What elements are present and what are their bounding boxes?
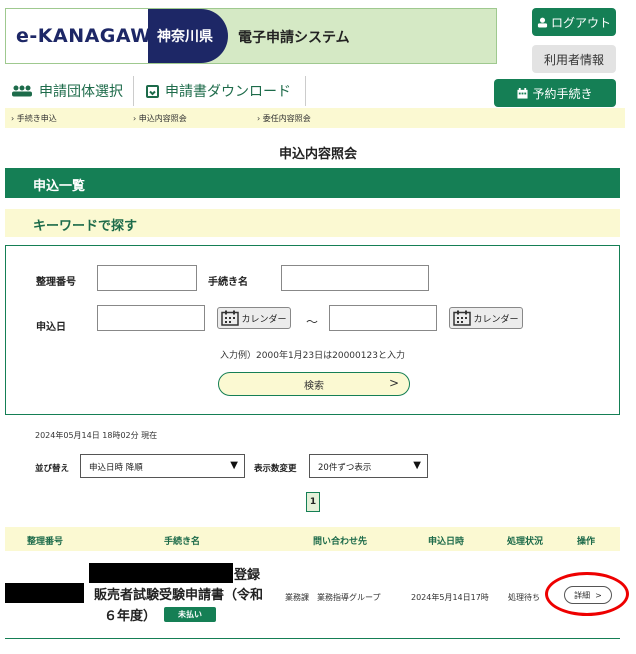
date-label: 申込日: [36, 322, 66, 333]
date-hint: 入力例）2000年1月23日は20000123と入力: [220, 351, 405, 361]
calendar-from-button[interactable]: カレンダー: [217, 307, 291, 329]
breadcrumb-item[interactable]: › 申込内容照会: [133, 113, 187, 124]
procedure-label: 手続き名: [208, 277, 248, 288]
breadcrumb-item[interactable]: › 手続き申込: [11, 113, 57, 124]
page-title: 申込内容照会: [278, 147, 357, 162]
nav-group-select-label: 申請団体選択: [39, 84, 123, 100]
count-select[interactable]: 20件ずつ表示 ▼: [309, 454, 428, 478]
nav-download-label: 申請書ダウンロード: [165, 84, 291, 100]
procedure-title-part: 登録: [234, 568, 261, 583]
breadcrumb: › 手続き申込 › 申込内容照会 › 委任内容照会: [5, 108, 625, 128]
count-label: 表示数変更: [254, 464, 297, 474]
calendar-icon: [221, 310, 240, 326]
status-badge: 未払い: [164, 607, 217, 622]
reserve-button[interactable]: 予約手続き: [494, 79, 616, 107]
col-header: 申込日時: [428, 537, 465, 547]
keyword-heading: キーワードで探す: [5, 209, 620, 237]
redacted-number: [5, 583, 84, 603]
nav-group-select[interactable]: 申請団体選択: [5, 76, 134, 106]
calendar-from-label: カレンダー: [241, 314, 287, 325]
breadcrumb-item[interactable]: › 委任内容照会: [257, 113, 311, 124]
col-header: 問い合わせ先: [313, 537, 368, 547]
sort-select[interactable]: 申込日時 降順 ▼: [80, 454, 245, 478]
status-cell: 処理待ち: [508, 593, 540, 602]
col-header: 処理状況: [507, 537, 544, 547]
date-from-input[interactable]: [97, 305, 205, 331]
table-header: 整理番号 手続き名 問い合わせ先 申込日時 処理状況 操作: [5, 527, 620, 551]
current-timestamp: 2024年05月14日 18時02分 現在: [35, 431, 158, 440]
search-button[interactable]: 検索 >: [218, 372, 410, 396]
page-button-1[interactable]: 1: [306, 492, 320, 512]
row-divider: [5, 638, 620, 639]
user-info-button[interactable]: 利用者情報: [532, 45, 616, 73]
dropdown-arrow-icon: ▼: [413, 460, 421, 471]
reserve-label: 予約手続き: [532, 86, 593, 101]
date-cell: 2024年5月14日17時: [411, 593, 489, 602]
calendar-to-button[interactable]: カレンダー: [449, 307, 523, 329]
site-logo-banner: e-KANAGAWA 神奈川県 電子申請システム: [5, 8, 497, 64]
download-icon: [146, 84, 159, 98]
nav-download[interactable]: 申請書ダウンロード: [134, 76, 306, 106]
search-label: 検索: [304, 380, 324, 392]
logout-button[interactable]: ログアウト: [532, 8, 616, 36]
highlight-circle: [545, 572, 629, 616]
dropdown-arrow-icon: ▼: [230, 460, 238, 471]
chevron-right-icon: >: [388, 376, 399, 390]
sort-select-value: 申込日時 降順: [89, 463, 143, 473]
system-name: 電子申請システム: [238, 30, 350, 46]
col-header: 操作: [577, 537, 596, 547]
logout-label: ログアウト: [550, 15, 611, 30]
prefecture-badge: 神奈川県: [148, 9, 228, 63]
number-input[interactable]: [97, 265, 197, 291]
main-nav: 申請団体選択 申請書ダウンロード: [5, 76, 306, 106]
search-panel: 整理番号 手続き名 申込日 カレンダー ～ カレンダー 入力例）2000年1月2…: [5, 245, 620, 415]
number-label: 整理番号: [36, 277, 76, 288]
group-icon: [12, 85, 32, 97]
procedure-input[interactable]: [281, 265, 429, 291]
count-select-value: 20件ずつ表示: [318, 463, 372, 473]
sort-label: 並び替え: [35, 464, 70, 474]
range-tilde: ～: [306, 315, 319, 329]
date-to-input[interactable]: [329, 305, 437, 331]
contact-cell: 業務課 業務指導グループ: [285, 593, 381, 602]
calendar-icon: [453, 310, 472, 326]
procedure-title-end: ６年度）: [104, 609, 157, 624]
col-header: 手続き名: [164, 537, 201, 547]
col-header: 整理番号: [27, 537, 64, 547]
calendar-to-label: カレンダー: [473, 314, 519, 325]
procedure-title-line: 販売者試験受験申請書（令和: [94, 588, 264, 603]
procedure-title-line: ６年度） 未払い: [104, 605, 217, 624]
list-heading: 申込一覧: [5, 168, 620, 198]
calendar-icon: [517, 87, 529, 99]
redacted-title: [89, 563, 233, 583]
logo-text: e-KANAGAWA: [16, 25, 167, 47]
user-icon: [537, 17, 548, 28]
